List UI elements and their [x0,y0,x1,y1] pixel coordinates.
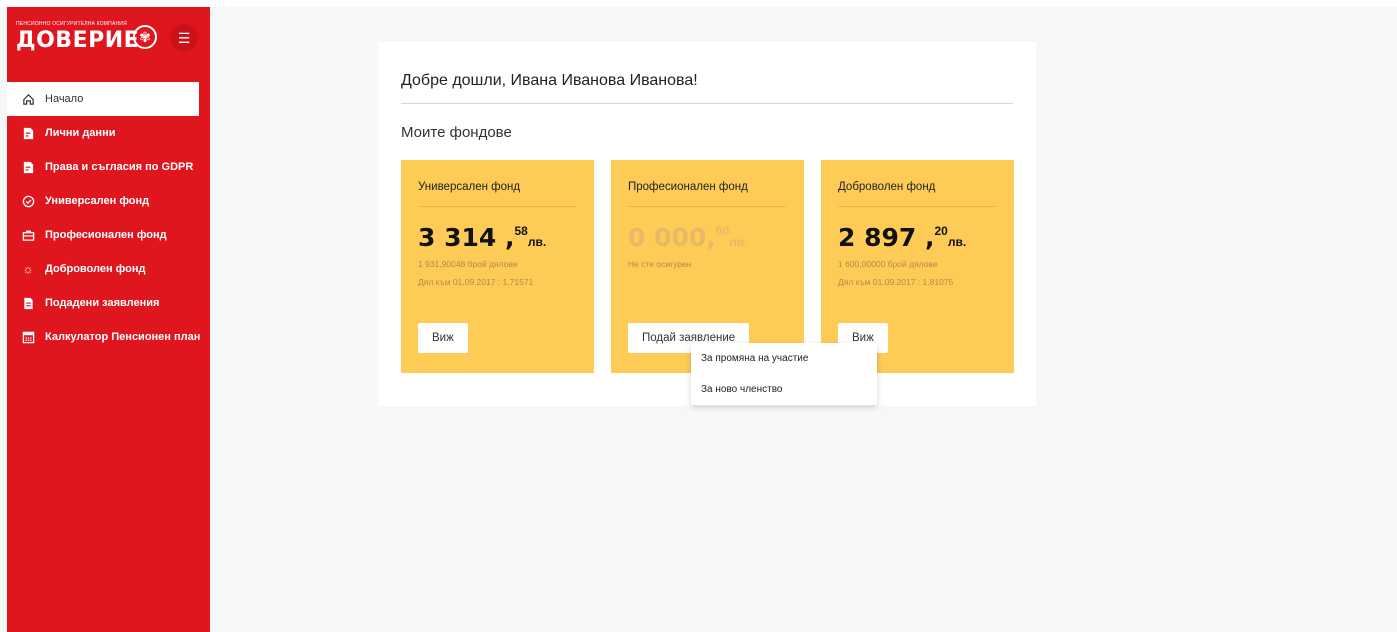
sidebar-item-label: Лични данни [45,127,116,139]
fund-unit-value: Дял към 01.09.2017 : 1.81075 [838,277,954,287]
briefcase-icon [21,228,35,242]
fund-divider [418,206,576,207]
sidebar-item-label: Калкулатор Пенсионен план [45,331,201,343]
sidebar-item-label: Начало [45,93,84,105]
dropdown-item-change-participation[interactable]: За промяна на участие [701,353,808,364]
top-strip [0,0,1397,7]
sidebar-item-label: Универсален фонд [45,195,150,207]
document-icon [21,296,35,310]
view-fund-button[interactable]: Виж [418,323,468,353]
fund-card-voluntary: Доброволен фонд 2 897 ,20лв. 1 600,00000… [821,160,1014,373]
sidebar-nav: Начало Лични данни Права и съгласия по G… [7,82,210,354]
sidebar-item-label: Подадени заявления [45,297,160,309]
balance-cents: 00 [715,224,730,238]
sidebar-item-label: Професионален фонд [45,229,167,241]
home-icon [21,92,35,106]
balance-currency: лв. [527,235,547,249]
collapse-menu-button[interactable]: ☰ [170,24,198,52]
application-dropdown-menu: За промяна на участие За ново членство [691,343,877,405]
fund-title: Доброволен фонд [838,181,936,193]
fund-unit-value: Дял към 01.09.2017 : 1.71571 [418,277,534,287]
balance-cents: 20 [934,224,948,238]
sidebar-item-voluntary-fund[interactable]: ☼ Доброволен фонд [7,252,210,286]
menu-collapse-icon: ☰ [177,29,191,46]
balance-currency: лв. [947,235,967,249]
brand-name: ДОВЕРИЕ [16,28,140,53]
sidebar-item-personal-data[interactable]: Лични данни [7,116,210,150]
maple-leaf-icon: ✾ [133,25,157,49]
brand-tagline: ПЕНСИОННО ОСИГУРИТЕЛНА КОМПАНИЯ [16,21,127,27]
dropdown-item-new-membership[interactable]: За ново членство [701,384,782,395]
sidebar-item-professional-fund[interactable]: Професионален фонд [7,218,210,252]
fund-title: Професионален фонд [628,181,748,193]
sidebar-item-universal-fund[interactable]: Универсален фонд [7,184,210,218]
fund-title: Универсален фонд [418,181,521,193]
gdpr-icon [21,160,35,174]
sidebar-item-pension-calculator[interactable]: Калкулатор Пенсионен план [7,320,210,354]
fund-divider [628,206,786,207]
fund-card-professional: Професионален фонд 0 000,00лв. Не сте ос… [611,160,804,373]
sidebar: ПЕНСИОННО ОСИГУРИТЕЛНА КОМПАНИЯ ДОВЕРИЕ … [7,7,210,632]
fund-divider [838,206,996,207]
divider [401,103,1013,104]
fund-units: 1 931,90048 брой дялове [418,259,518,269]
balance-main: 0 000, [628,223,716,252]
sidebar-item-label: Доброволен фонд [45,263,146,275]
check-circle-icon [21,194,35,208]
fund-status: Не сте осигурен [628,259,692,269]
fund-balance: 0 000,00лв. [628,223,747,252]
sidebar-item-label: Права и съгласия по GDPR [45,161,194,173]
sidebar-item-submitted-applications[interactable]: Подадени заявления [7,286,210,320]
balance-cents: 58 [514,224,528,238]
sidebar-item-gdpr[interactable]: Права и съгласия по GDPR [7,150,210,184]
balance-main: 2 897 , [838,223,935,252]
balance-currency: лв. [729,235,748,249]
welcome-heading: Добре дошли, Ивана Иванова Иванова! [401,72,698,89]
sidebar-item-home[interactable]: Начало [7,82,199,116]
fund-balance: 2 897 ,20лв. [838,223,966,252]
balance-main: 3 314 , [418,223,515,252]
calculator-icon [21,330,35,344]
personal-data-icon [21,126,35,140]
fund-units: 1 600,00000 брой дялове [838,259,938,269]
sun-icon: ☼ [22,262,34,276]
fund-card-universal: Универсален фонд 3 314 ,58лв. 1 931,9004… [401,160,594,373]
fund-balance: 3 314 ,58лв. [418,223,546,252]
brand-logo[interactable]: ПЕНСИОННО ОСИГУРИТЕЛНА КОМПАНИЯ ДОВЕРИЕ … [16,21,166,61]
funds-section-title: Моите фондове [401,124,512,141]
